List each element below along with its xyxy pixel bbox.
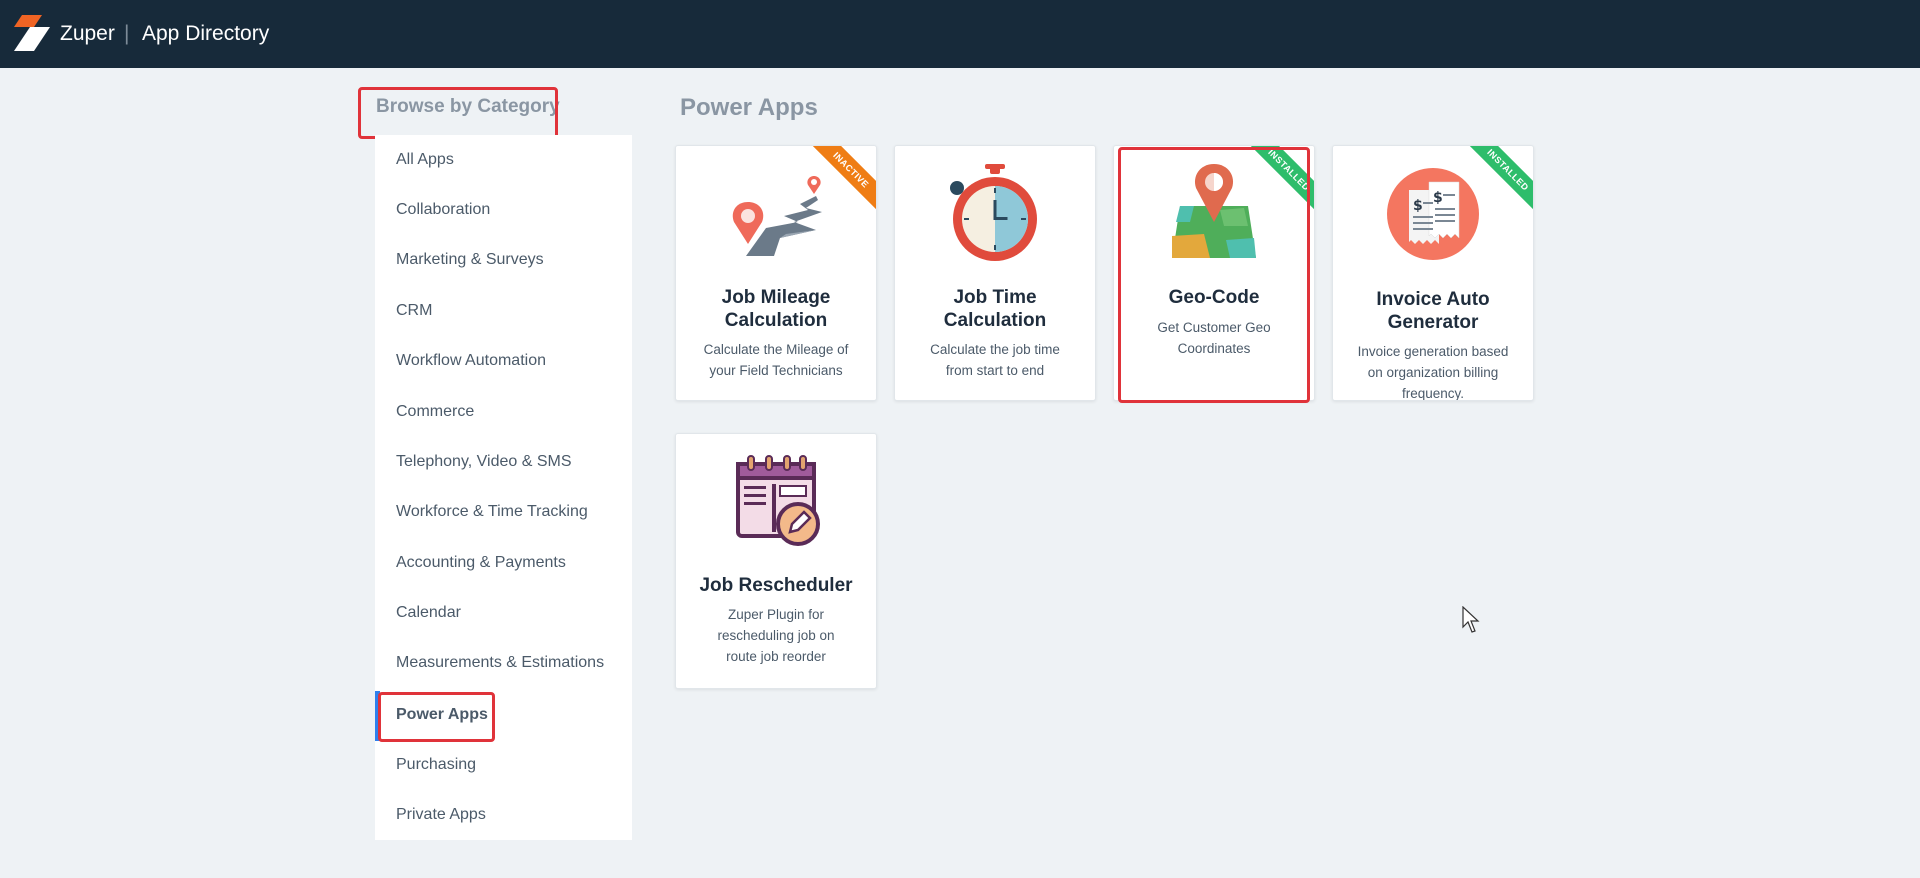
app-card-job-mileage[interactable]: INACTIVE Job Mileage Calculation Calcula…: [675, 145, 877, 401]
sidebar-item-private-apps[interactable]: Private Apps: [396, 806, 486, 824]
card-desc-line1: Get Customer Geo: [1157, 320, 1271, 335]
card-desc-line1: Calculate the Mileage of: [703, 342, 849, 357]
card-title-line1: Job Mileage: [721, 287, 831, 308]
card-desc-line1: Calculate the job time: [930, 342, 1060, 357]
card-title-line1: Job Time: [953, 287, 1037, 308]
top-bar: Zuper | App Directory: [0, 0, 1920, 68]
app-card-invoice-auto-generator[interactable]: INSTALLED $ $ Invoice Auto Generator Inv…: [1332, 145, 1534, 401]
card-desc-line2: from start to end: [945, 363, 1045, 378]
sidebar-item-all-apps[interactable]: All Apps: [396, 151, 454, 169]
card-desc-line2: on organization billing: [1367, 365, 1499, 380]
highlight-box-power-apps: [378, 692, 495, 742]
card-desc-line2: your Field Technicians: [709, 363, 843, 378]
card-desc-line1: Invoice generation based: [1357, 344, 1509, 359]
brand-name[interactable]: Zuper: [60, 22, 115, 46]
sidebar-item-purchasing[interactable]: Purchasing: [396, 756, 476, 774]
card-desc-line2: Coordinates: [1177, 341, 1251, 356]
sidebar-item-calendar[interactable]: Calendar: [396, 604, 461, 622]
zuper-logo-icon[interactable]: [12, 13, 52, 53]
map-pin-icon: [1172, 164, 1256, 258]
card-title-line2: Generator: [1387, 312, 1479, 333]
sidebar-item-marketing-surveys[interactable]: Marketing & Surveys: [396, 251, 544, 269]
sidebar-item-collaboration[interactable]: Collaboration: [396, 201, 490, 219]
calendar-edit-icon: [736, 455, 820, 546]
card-title-line2: Calculation: [943, 310, 1047, 331]
sidebar-item-workforce[interactable]: Workforce & Time Tracking: [396, 503, 588, 521]
section-title: Power Apps: [680, 94, 818, 121]
app-card-job-time[interactable]: Job Time Calculation Calculate the job t…: [894, 145, 1096, 401]
card-title-line2: Calculation: [724, 310, 828, 331]
card-desc-line2: rescheduling job on: [717, 628, 835, 643]
invoice-icon: $ $: [1387, 168, 1479, 260]
app-card-job-rescheduler[interactable]: Job Rescheduler Zuper Plugin for resched…: [675, 433, 877, 689]
card-title: Job Rescheduler: [699, 575, 853, 596]
card-desc-line3: route job reorder: [726, 649, 826, 664]
page-title[interactable]: App Directory: [142, 22, 269, 46]
app-card-geo-code[interactable]: INSTALLED Geo-Code Get Customer Geo Coor…: [1113, 145, 1315, 401]
header-separator: |: [124, 22, 130, 45]
sidebar-item-workflow-automation[interactable]: Workflow Automation: [396, 352, 546, 370]
map-route-icon: [732, 176, 822, 256]
sidebar-item-accounting[interactable]: Accounting & Payments: [396, 554, 566, 572]
card-title-line1: Invoice Auto: [1376, 289, 1490, 310]
svg-text:$: $: [1413, 198, 1423, 214]
sidebar-item-measurements[interactable]: Measurements & Estimations: [396, 654, 604, 672]
stopwatch-icon: [950, 164, 1037, 261]
mouse-cursor-icon: [1462, 606, 1480, 633]
highlight-box-heading: [358, 87, 558, 139]
card-desc-line1: Zuper Plugin for: [727, 607, 825, 622]
card-desc-line3: frequency.: [1401, 386, 1465, 401]
sidebar-item-commerce[interactable]: Commerce: [396, 403, 474, 421]
sidebar-item-telephony[interactable]: Telephony, Video & SMS: [396, 453, 572, 471]
card-title: Geo-Code: [1168, 287, 1260, 308]
sidebar-item-crm[interactable]: CRM: [396, 302, 432, 320]
svg-text:$: $: [1433, 190, 1443, 206]
